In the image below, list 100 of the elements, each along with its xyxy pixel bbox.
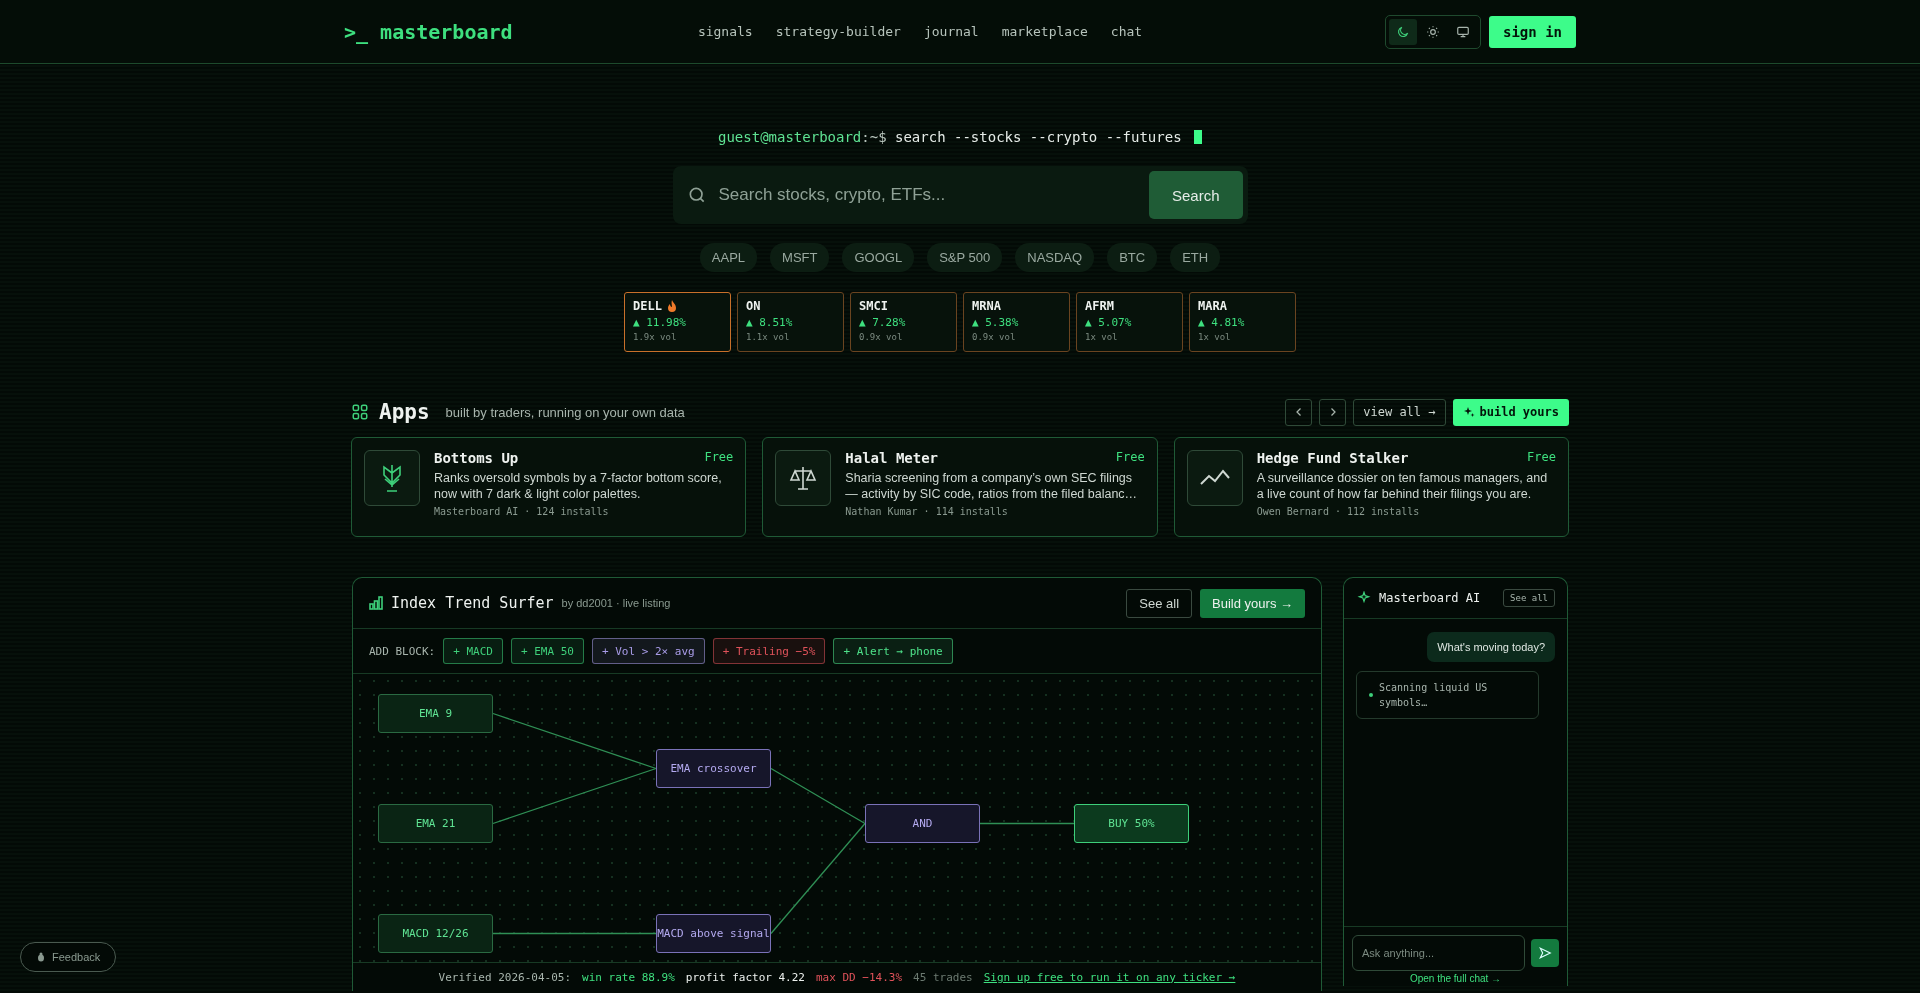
add-block-button[interactable]: + Vol > 2× avg xyxy=(591,638,705,664)
search-button[interactable]: Search xyxy=(1148,171,1243,219)
ticker-symbol: AFRM xyxy=(1085,299,1114,313)
search-field[interactable]: Search stocks, crypto, ETFs... Search xyxy=(672,166,1248,224)
nav-link[interactable]: signals xyxy=(697,24,753,39)
volume-ratio: 1.1x vol xyxy=(746,332,791,342)
app-description: A surveillance dossier on ten famous managers, and a live count of how far behind their filings you are. xyxy=(1256,470,1549,503)
section-subtitle: built by traders, running on your own data xyxy=(445,404,685,420)
grid-icon xyxy=(351,403,369,421)
ticker-symbol: SMCI xyxy=(859,299,888,313)
sparkle-icon xyxy=(1357,591,1371,605)
see-all-button[interactable]: See all xyxy=(1503,589,1555,607)
build-yours-button[interactable]: build yours xyxy=(1452,398,1569,426)
section-title: Apps xyxy=(379,400,430,424)
app-meta: Nathan Kumar · 114 installs xyxy=(845,505,1009,517)
terminal-prompt: guest@masterboard:~$ search --stocks --crypto --futures xyxy=(718,129,1202,145)
percent-change: ▲ 11.98% xyxy=(633,316,687,329)
chat-title: Masterboard AI xyxy=(1379,591,1481,605)
flow-node[interactable]: AND xyxy=(865,804,980,843)
add-block-button[interactable]: + Trailing −5% xyxy=(712,638,826,664)
app-meta: Masterboard AI · 124 installs xyxy=(434,505,610,517)
percent-change: ▲ 8.51% xyxy=(746,316,794,329)
ticker-symbol: MARA xyxy=(1198,299,1227,313)
ticker-chip[interactable]: ETH xyxy=(1170,243,1221,272)
flame-icon xyxy=(666,300,677,312)
app-name: Bottoms Up xyxy=(434,450,519,466)
percent-change: ▲ 4.81% xyxy=(1198,316,1246,329)
moon-icon[interactable] xyxy=(1389,18,1417,45)
ticker-chip[interactable]: GOOGL xyxy=(842,243,915,272)
flow-node[interactable]: BUY 50% xyxy=(1074,804,1189,843)
nav-link[interactable]: strategy-builder xyxy=(775,24,901,39)
previous-button[interactable] xyxy=(1285,398,1313,426)
backtest-stat: profit factor 4.22 xyxy=(685,970,805,984)
ticker-chip[interactable]: S&P 500 xyxy=(927,243,1003,272)
typing-dot xyxy=(1369,693,1373,697)
flow-node[interactable]: EMA crossover xyxy=(656,749,771,788)
app-card[interactable]: Hedge Fund Stalker Free A surveillance dossier on ten famous managers, and a live count of how far behind their filings you are. Owen Bernard · 112 installs xyxy=(1173,437,1569,537)
nav-link[interactable]: journal xyxy=(923,24,979,39)
sign-up-link[interactable]: Sign up free to run it on any ticker → xyxy=(983,970,1236,984)
logo[interactable]: >_ masterboard xyxy=(344,19,513,44)
app-description: Sharia screening from a company’s own SEC filings — activity by SIC code, ratios from the filed balanc… xyxy=(845,470,1139,503)
price-label: Free xyxy=(704,450,734,466)
ticker-symbol: DELL xyxy=(633,299,662,313)
ticker-chip[interactable]: AAPL xyxy=(699,243,758,272)
ticker-chip[interactable]: BTC xyxy=(1107,243,1158,272)
app-meta: Owen Bernard · 112 installs xyxy=(1256,505,1421,517)
flow-node[interactable]: EMA 9 xyxy=(378,694,493,733)
volume-ratio: 1.9x vol xyxy=(633,332,678,342)
backtest-stat: max DD −14.3% xyxy=(816,970,903,984)
ticker-symbol: ON xyxy=(746,299,761,313)
nav-link[interactable]: chat xyxy=(1110,24,1143,39)
mover-card[interactable]: AFRM ▲ 5.07% 1x vol xyxy=(1076,292,1183,352)
sign-in-button[interactable]: sign in xyxy=(1489,15,1576,48)
strategy-title: Index Trend Surfer xyxy=(391,594,554,612)
price-label: Free xyxy=(1527,450,1556,466)
mover-card[interactable]: MARA ▲ 4.81% 1x vol xyxy=(1189,292,1296,352)
volume-ratio: 1x vol xyxy=(1085,332,1119,342)
volume-ratio: 0.9x vol xyxy=(859,332,904,342)
user-message: What's moving today? xyxy=(1427,632,1555,662)
mover-card[interactable]: MRNA ▲ 5.38% 0.9x vol xyxy=(963,292,1070,352)
open-chat-link[interactable]: Open the full chat → xyxy=(1352,973,1559,984)
ticker-chip[interactable]: MSFT xyxy=(770,243,830,272)
volume-ratio: 1x vol xyxy=(1198,332,1232,342)
flow-node[interactable]: MACD above signal xyxy=(656,914,771,953)
percent-change: ▲ 5.38% xyxy=(972,316,1020,329)
flow-node[interactable]: MACD 12/26 xyxy=(378,914,493,953)
see-all-button[interactable]: See all xyxy=(1126,588,1193,618)
feedback-button[interactable]: Feedback xyxy=(20,942,117,972)
send-button[interactable] xyxy=(1531,939,1559,967)
strategy-byline: by dd2001 · live listing xyxy=(561,597,671,609)
add-block-button[interactable]: + EMA 50 xyxy=(511,638,584,664)
add-block-button[interactable]: + MACD xyxy=(443,638,503,664)
backtest-stat: win rate 88.9% xyxy=(582,970,675,984)
send-icon xyxy=(1538,946,1553,960)
percent-change: ▲ 5.07% xyxy=(1085,316,1133,329)
assistant-text: Scanning liquid US symbols… xyxy=(1379,681,1489,710)
app-description: Ranks oversold symbols by a 7-factor bottom score, now with 7 dark & light color palettes. xyxy=(434,470,723,503)
mover-card[interactable]: ON ▲ 8.51% 1.1x vol xyxy=(737,292,844,352)
view-all-button[interactable]: view all → xyxy=(1353,398,1446,426)
bug-icon xyxy=(36,952,46,962)
nav-link[interactable]: marketplace xyxy=(1001,24,1088,39)
backtest-stat: 45 trades xyxy=(913,970,973,984)
price-label: Free xyxy=(1115,450,1145,466)
app-card[interactable]: Halal Meter Free Sharia screening from a company’s own SEC filings — activity by SIC code, ratios from the filed balanc… Nathan Kumar · 114 installs xyxy=(762,437,1158,537)
ticker-chip[interactable]: NASDAQ xyxy=(1015,243,1095,272)
build-yours-button[interactable]: Build yours → xyxy=(1200,588,1305,618)
ticker-symbol: MRNA xyxy=(972,299,1001,313)
bar-chart-icon xyxy=(369,596,383,610)
add-block-label: ADD BLOCK: xyxy=(369,644,436,658)
flow-node[interactable]: EMA 21 xyxy=(378,804,493,843)
chat-input[interactable]: Ask anything... xyxy=(1352,935,1526,971)
app-name: Halal Meter xyxy=(845,450,939,466)
add-block-button[interactable]: + Alert → phone xyxy=(833,638,953,664)
app-card[interactable]: Bottoms Up Free Ranks oversold symbols by a 7-factor bottom score, now with 7 dark & light color palettes. Masterboard AI · 124 installs xyxy=(351,437,747,537)
app-name: Hedge Fund Stalker xyxy=(1256,450,1409,466)
volume-ratio: 0.9x vol xyxy=(972,332,1017,342)
mover-card[interactable]: SMCI ▲ 7.28% 0.9x vol xyxy=(850,292,957,352)
mover-card[interactable]: DELL ▲ 11.98% 1.9x vol xyxy=(624,292,731,352)
backtest-stat: Verified 2026-04-05: xyxy=(438,970,572,984)
percent-change: ▲ 7.28% xyxy=(859,316,907,329)
